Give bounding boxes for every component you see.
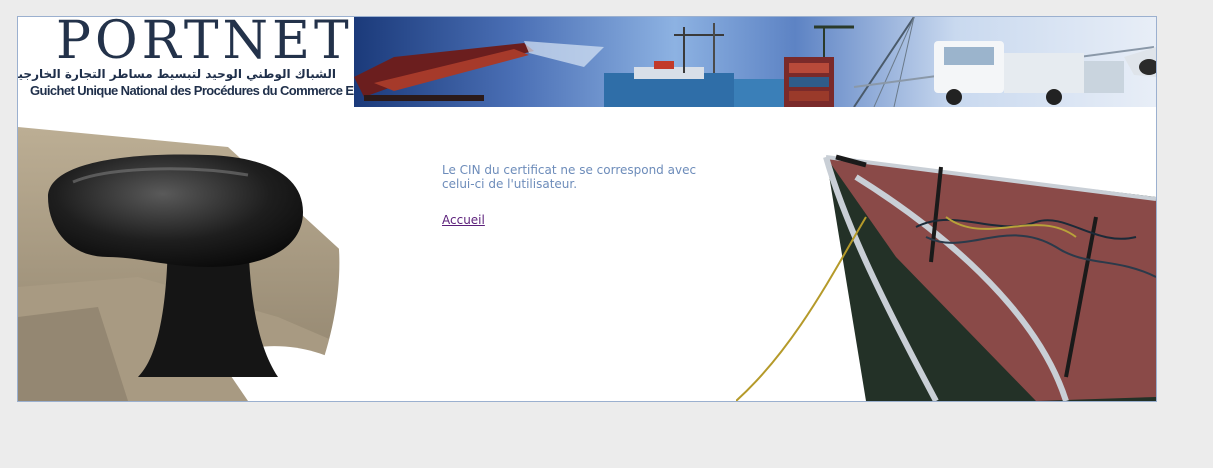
port-image	[604, 23, 784, 107]
message-block: Le CIN du certificat ne se correspond av…	[442, 163, 742, 228]
container-terminal-image	[784, 25, 854, 107]
error-message: Le CIN du certificat ne se correspond av…	[442, 163, 697, 191]
header-banner-image	[354, 17, 1156, 107]
boat-bow-image	[736, 154, 1156, 401]
logo-wordmark: PORTNET	[56, 16, 353, 71]
portnet-logo: PORTNET الشباك الوطني الوحيد لتبسيط مساط…	[17, 16, 397, 107]
truck-image	[934, 41, 1124, 105]
home-link[interactable]: Accueil	[442, 213, 485, 227]
airplane-image	[1124, 47, 1156, 77]
bollard-image	[18, 107, 348, 401]
logo-arabic-tagline: الشباك الوطني الوحيد لتبسيط مساطر التجار…	[17, 67, 336, 81]
train-image	[354, 41, 604, 101]
page-frame: PORTNET الشباك الوطني الوحيد لتبسيط مساط…	[17, 16, 1157, 402]
main-area: Le CIN du certificat ne se correspond av…	[18, 107, 1156, 401]
logo-french-tagline: Guichet Unique National des Procédures d…	[30, 83, 397, 98]
header: PORTNET الشباك الوطني الوحيد لتبسيط مساط…	[18, 17, 1156, 107]
banner-illustration	[354, 17, 1156, 107]
